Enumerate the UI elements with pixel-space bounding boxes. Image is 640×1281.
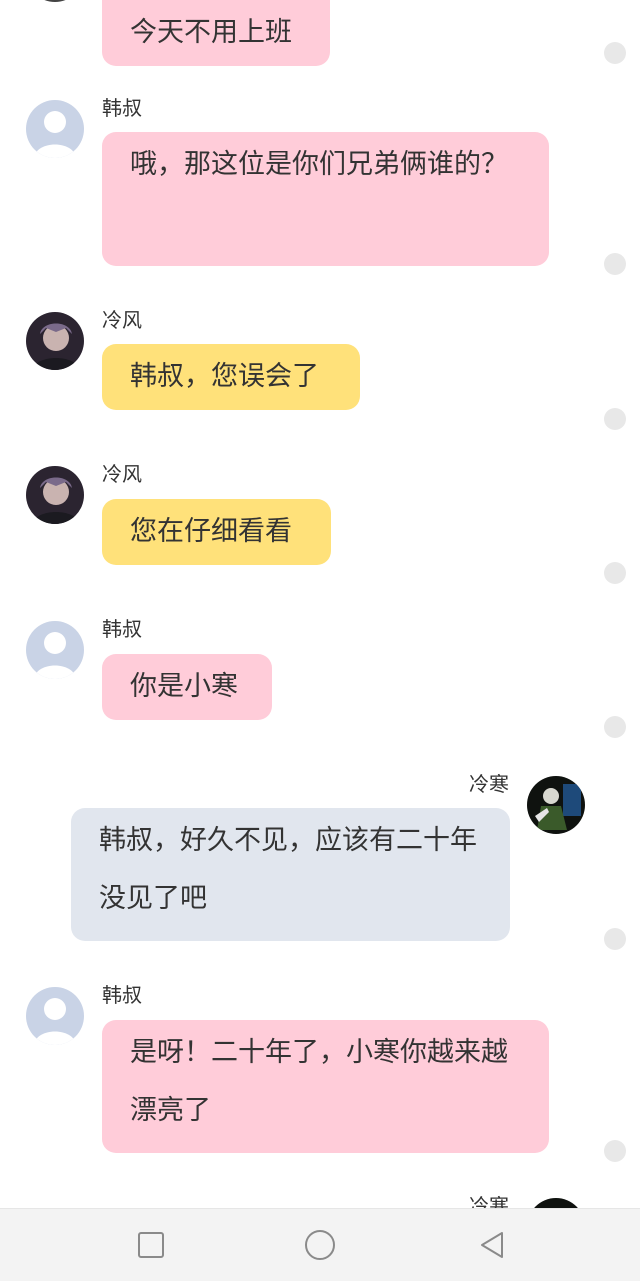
message-text: 韩叔，好久不见，应该有二十年没见了吧 bbox=[99, 825, 477, 914]
message-text: 你是小寒 bbox=[130, 671, 238, 702]
read-status-dot bbox=[604, 253, 626, 275]
message-bubble[interactable]: 今天不用上班 bbox=[102, 0, 330, 66]
photo-avatar[interactable] bbox=[26, 312, 84, 370]
triangle-back-icon[interactable] bbox=[474, 1227, 510, 1263]
message-bubble[interactable]: 您在仔细看看 bbox=[102, 499, 331, 565]
message-bubble[interactable]: 韩叔，您误会了 bbox=[102, 344, 360, 410]
message-bubble[interactable]: 你是小寒 bbox=[102, 654, 272, 720]
message-text: 是呀！二十年了，小寒你越来越漂亮了 bbox=[130, 1037, 508, 1126]
sender-name: 韩叔 bbox=[102, 96, 142, 120]
read-status-dot bbox=[604, 928, 626, 950]
message-bubble[interactable]: 是呀！二十年了，小寒你越来越漂亮了 bbox=[102, 1020, 549, 1153]
system-navigation-bar bbox=[0, 1208, 640, 1281]
sender-name: 冷风 bbox=[102, 308, 142, 332]
sender-name: 韩叔 bbox=[102, 983, 142, 1007]
sender-name: 冷寒 bbox=[469, 772, 509, 796]
sender-name: 冷风 bbox=[102, 462, 142, 486]
message-text: 哦，那这位是你们兄弟俩谁的？ bbox=[130, 149, 508, 180]
photo-avatar[interactable] bbox=[26, 466, 84, 524]
sender-name: 韩叔 bbox=[102, 617, 142, 641]
photo-avatar[interactable] bbox=[527, 776, 585, 834]
default-avatar-icon[interactable] bbox=[26, 987, 84, 1045]
message-text: 韩叔，您误会了 bbox=[130, 361, 319, 392]
square-icon[interactable] bbox=[133, 1227, 169, 1263]
message-text: 今天不用上班 bbox=[130, 17, 292, 48]
message-text: 您在仔细看看 bbox=[130, 516, 292, 547]
default-avatar-icon[interactable] bbox=[26, 621, 84, 679]
message-bubble[interactable]: 韩叔，好久不见，应该有二十年没见了吧 bbox=[71, 808, 510, 941]
read-status-dot bbox=[604, 1140, 626, 1162]
read-status-dot bbox=[604, 562, 626, 584]
default-avatar-icon[interactable] bbox=[26, 100, 84, 158]
read-status-dot bbox=[604, 716, 626, 738]
sender-avatar-cut[interactable] bbox=[26, 0, 84, 2]
read-status-dot bbox=[604, 42, 626, 64]
read-status-dot bbox=[604, 408, 626, 430]
circle-icon[interactable] bbox=[302, 1227, 338, 1263]
message-bubble[interactable]: 哦，那这位是你们兄弟俩谁的？ bbox=[102, 132, 549, 266]
